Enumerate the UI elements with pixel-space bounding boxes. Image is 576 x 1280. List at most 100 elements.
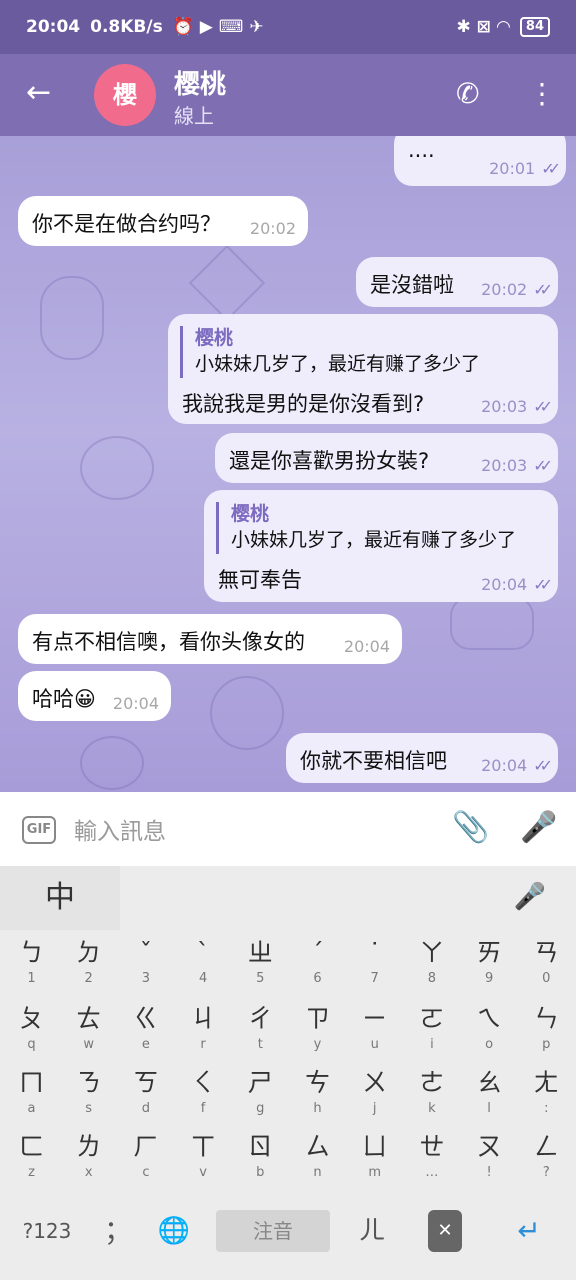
punctuation-key[interactable]: ； [96, 1210, 140, 1252]
key-hint: 6 [313, 971, 322, 986]
keyboard-key[interactable]: ㄞ9 [461, 936, 518, 988]
keyboard-key[interactable]: ㄆq [3, 1002, 60, 1054]
message-bubble[interactable]: 哈哈😀 20:04 [18, 671, 171, 721]
keyboard-key[interactable]: ㄒv [175, 1130, 232, 1182]
message-input[interactable]: 輸入訊息 [74, 812, 166, 846]
more-menu-icon[interactable]: ⋮ [528, 80, 556, 108]
key-symbol: ㄒ [190, 1132, 216, 1161]
key-hint: c [142, 1165, 150, 1180]
phone-icon[interactable]: ✆ [456, 80, 479, 108]
keyboard-key[interactable]: ㄟo [461, 1002, 518, 1054]
keyboard-key[interactable]: ㄗy [289, 1002, 346, 1054]
key-hint: e [141, 1037, 150, 1052]
message-text: 無可奉告 [218, 568, 302, 592]
keyboard-key[interactable]: ㄩm [346, 1130, 403, 1182]
key-symbol: ㄚ [419, 938, 445, 967]
keyboard-key[interactable]: ˊ6 [289, 936, 346, 988]
key-symbol: ㄎ [133, 1068, 159, 1097]
keyboard-key[interactable]: ㄈz [3, 1130, 60, 1182]
message-bubble[interactable]: .... 20:01 ✓✓ [394, 136, 566, 186]
contact-name[interactable]: 樱桃 [174, 64, 226, 101]
keyboard-key[interactable]: ㄜk [403, 1066, 460, 1118]
keyboard-key[interactable]: ㄥ? [518, 1130, 575, 1182]
message-bubble[interactable]: 還是你喜歡男扮女裝? 20:03 ✓✓ [215, 433, 558, 483]
message-text: 是沒錯啦 [370, 273, 454, 297]
key-symbol: ㄋ [76, 1068, 102, 1097]
keyboard-key[interactable]: ㄇa [3, 1066, 60, 1118]
key-hint: k [428, 1101, 436, 1116]
key-hint: ! [486, 1165, 492, 1180]
space-key[interactable]: 注音 [216, 1210, 330, 1252]
key-hint: z [28, 1165, 35, 1180]
reply-quote[interactable]: 樱桃 小妹妹几岁了，最近有赚了多少了 [180, 326, 480, 378]
enter-icon[interactable]: ↵ [506, 1210, 552, 1252]
key-hint: v [199, 1165, 207, 1180]
keyboard-key[interactable]: ˙ 7 [346, 936, 403, 988]
keyboard-key[interactable]: ㄌx [60, 1130, 117, 1182]
keyboard-key[interactable]: ㄝ… [403, 1130, 460, 1182]
reply-quote[interactable]: 樱桃 小妹妹几岁了，最近有赚了多少了 [216, 502, 516, 554]
delete-icon[interactable]: ✕ [428, 1210, 462, 1252]
keyboard-key[interactable]: ㄤ: [518, 1066, 575, 1118]
key-hint: 3 [141, 971, 151, 986]
keyboard-mic-icon[interactable]: 🎤 [514, 882, 546, 912]
keyboard-key[interactable]: ㄑf [175, 1066, 232, 1118]
gif-button[interactable]: GIF [22, 816, 56, 844]
key-symbol: ㄉ [76, 938, 102, 967]
keyboard-key[interactable]: ㄚ8 [403, 936, 460, 988]
message-bubble[interactable]: 你就不要相信吧 20:04 ✓✓ [286, 733, 558, 783]
key-symbol: ㄑ [190, 1068, 216, 1097]
key-symbol: ㄏ [133, 1132, 159, 1161]
key-symbol: ㄆ [18, 1004, 44, 1033]
keyboard-key[interactable]: ㄨj [346, 1066, 403, 1118]
message-text: 有点不相信噢，看你头像女的 [32, 630, 305, 654]
chat-area[interactable]: .... 20:01 ✓✓ 你不是在做合约吗？ 20:02 是沒錯啦 20:02 ✓… [0, 136, 576, 792]
message-bubble[interactable]: 你不是在做合约吗？ 20:02 [18, 196, 308, 246]
key-symbol: ㄘ [304, 1068, 330, 1097]
keyboard-key[interactable]: ㄓ5 [232, 936, 289, 988]
keyboard-key[interactable]: ㄙn [289, 1130, 346, 1182]
keyboard-key[interactable]: ㄖb [232, 1130, 289, 1182]
er-key[interactable]: ㄦ [350, 1210, 394, 1252]
key-symbol: ㄢ [533, 938, 559, 967]
attach-icon[interactable]: 📎 [452, 810, 489, 845]
keyboard-key[interactable]: ㄢ0 [518, 936, 575, 988]
message-bubble[interactable]: 是沒錯啦 20:02 ✓✓ [356, 257, 558, 307]
keyboard-key[interactable]: ㄏc [117, 1130, 174, 1182]
keyboard-key[interactable]: ㄉ2 [60, 936, 117, 988]
microphone-icon[interactable]: 🎤 [520, 810, 557, 845]
key-symbol: ㄊ [76, 1004, 102, 1033]
keyboard-key[interactable]: ㄧu [346, 1002, 403, 1054]
numbers-key[interactable]: ?123 [14, 1210, 80, 1252]
keyboard-key[interactable]: ㄕg [232, 1066, 289, 1118]
keyboard-key[interactable]: ㄣp [518, 1002, 575, 1054]
message-time: 20:04 [343, 637, 390, 656]
keyboard-key[interactable]: ㄎd [117, 1066, 174, 1118]
avatar[interactable]: 櫻 [94, 64, 156, 126]
keyboard-key[interactable]: ㄘh [289, 1066, 346, 1118]
globe-icon[interactable]: 🌐 [152, 1210, 196, 1252]
background-doodle [80, 436, 154, 500]
language-switch-key[interactable]: 中 [0, 866, 120, 930]
key-symbol: ㄨ [362, 1068, 388, 1097]
keyboard-key[interactable]: ㄠl [461, 1066, 518, 1118]
message-time: 20:01 [489, 159, 536, 178]
key-hint: 7 [370, 971, 379, 986]
keyboard-key[interactable]: ㄔt [232, 1002, 289, 1054]
keyboard-key[interactable]: ㄐr [175, 1002, 232, 1054]
keyboard-key[interactable]: ˋ4 [175, 936, 232, 988]
keyboard-key[interactable]: ㄋs [60, 1066, 117, 1118]
message-bubble[interactable]: 樱桃 小妹妹几岁了，最近有赚了多少了 我說我是男的是你沒看到? 20:03 ✓✓ [168, 314, 558, 424]
message-bubble[interactable]: 樱桃 小妹妹几岁了，最近有赚了多少了 無可奉告 20:04 ✓✓ [204, 490, 558, 602]
keyboard-key[interactable]: ㄡ! [461, 1130, 518, 1182]
message-time: 20:04 [112, 694, 159, 713]
keyboard-key[interactable]: ㄊw [60, 1002, 117, 1054]
message-bubble[interactable]: 有点不相信噢，看你头像女的 20:04 [18, 614, 402, 664]
keyboard-key[interactable]: ㄍe [117, 1002, 174, 1054]
keyboard-key[interactable]: ㄅ1 [3, 936, 60, 988]
keyboard-key[interactable]: ˇ3 [117, 936, 174, 988]
message-meta: 20:04 [113, 694, 159, 713]
key-symbol: ㄜ [419, 1068, 445, 1097]
back-arrow-icon[interactable]: ← [26, 78, 51, 108]
keyboard-key[interactable]: ㄛi [403, 1002, 460, 1054]
